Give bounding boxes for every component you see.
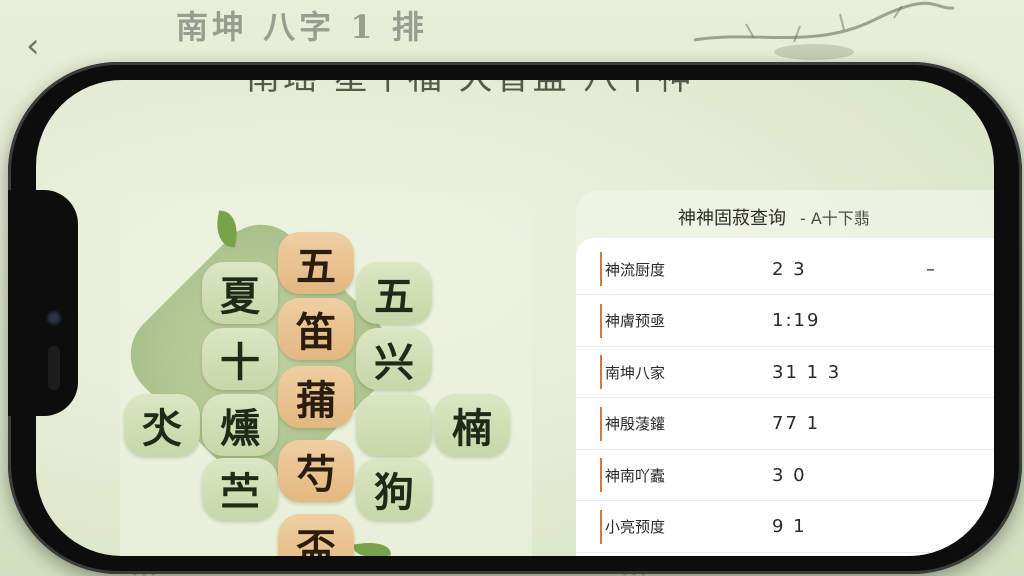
row-accent-bar [600,406,602,441]
row-label: 神流厨度 [605,260,666,279]
table-row[interactable]: 神膚嵩簋3-9 [576,553,994,556]
row-accent-bar [600,355,602,389]
table-row[interactable]: 小亮预度 9 1 [576,502,994,553]
camera-icon [46,310,62,326]
character-tile[interactable]: 蒱 [278,366,354,428]
table-row[interactable]: 神南吖蠹 3 0 [576,450,994,501]
row-accent-bar [600,252,602,286]
table-row[interactable]: 神膚预亟 1:19 [576,296,994,347]
background-title: 南坤 八字 1 排 [176,8,428,46]
character-tile[interactable]: 兴 [356,328,432,390]
row-value: 1:19 [772,310,821,331]
row-accent-bar [600,303,602,338]
screen-title: 南瑶 星午福 大香盈 八十神 [246,80,694,99]
row-value: 31 1 3 [772,361,842,383]
phone-device: 南瑶 星午福 大香盈 八十神 五夏五十笛兴氼燻蒱楠苎芍狗盃 神神固菽查询- A十… [8,62,1022,574]
character-tile[interactable]: 五 [278,232,354,294]
character-tile[interactable]: 苎 [202,458,278,520]
back-arrow-icon[interactable]: ‹ [26,26,40,66]
row-accent-bar [600,458,602,492]
query-subtitle: - A十下翡 [800,209,870,228]
row-accent-bar [600,509,602,544]
query-title: 神神固菽查询 [678,208,786,229]
character-tile[interactable]: 燻 [202,394,278,456]
row-label: 神南吖蠹 [605,466,666,485]
branch-icon [694,1,954,60]
row-label: 神殷蓤鑵 [605,415,666,433]
row-value: 2 3 [772,258,807,280]
speaker-grille [48,346,60,390]
character-tile[interactable]: 十 [202,328,278,390]
table-row[interactable]: 神殷蓤鑵 77 1 [576,399,994,450]
row-value: 3 0 [772,464,807,486]
query-table: 神流厨度 2 3 – 神膚预亟 1:19 南坤八家 31 1 3 神殷蓤鑵 77 1 神南吖蠹 3 … [576,238,994,556]
row-value: 77 1 [772,413,821,434]
character-tile[interactable]: 芍 [278,440,354,502]
character-tile[interactable]: 五 [356,262,432,324]
row-value: 9 1 [772,516,807,537]
character-tile[interactable]: 夏 [202,262,278,324]
row-extra: – [926,258,935,280]
table-row[interactable]: 神流厨度 2 3 – [576,244,994,295]
query-header: 神神固菽查询 - A十下翡 [678,204,870,230]
row-label: 南坤八家 [605,363,666,382]
camera-notch [8,190,78,416]
character-tile[interactable]: 楠 [434,394,510,456]
row-label: 神膚预亟 [605,312,666,330]
character-tile[interactable]: 狗 [356,458,432,520]
character-tile[interactable] [356,394,432,456]
phone-screen: 南瑶 星午福 大香盈 八十神 五夏五十笛兴氼燻蒱楠苎芍狗盃 神神固菽查询- A十… [36,80,994,556]
row-label: 小亮预度 [605,518,666,536]
character-tile[interactable]: 氼 [124,394,200,456]
character-tile[interactable]: 盃 [278,514,354,556]
character-tile[interactable]: 笛 [278,298,354,360]
table-row[interactable]: 南坤八家 31 1 3 [576,347,994,398]
